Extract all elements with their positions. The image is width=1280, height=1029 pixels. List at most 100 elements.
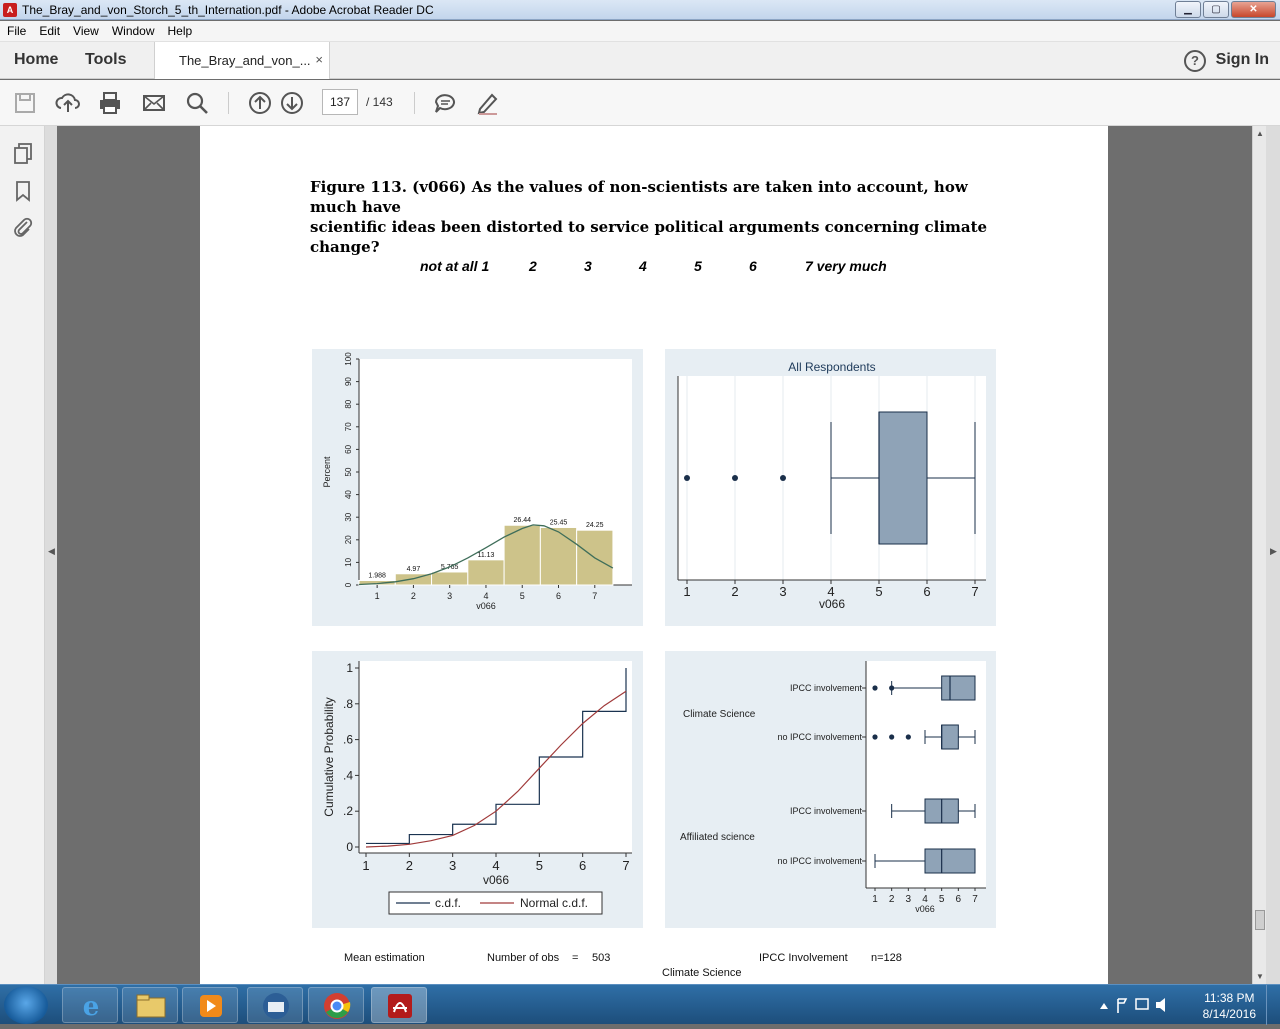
grouped-boxplot-panel: 1 2 3 4 5 6 7 v066 Climate Science IPCC involveme… <box>665 651 996 928</box>
scroll-up-icon[interactable]: ▲ <box>1256 129 1264 138</box>
menu-file[interactable]: File <box>0 21 32 41</box>
row-label: no IPCC involvement <box>777 856 862 866</box>
acrobat-icon[interactable] <box>371 987 427 1023</box>
bar-data-label: 1.988 <box>368 573 386 580</box>
tab-home[interactable]: Home <box>14 51 58 69</box>
x-tick-label: 1 <box>872 894 878 905</box>
print-icon[interactable] <box>97 90 123 116</box>
clock-date: 8/14/2016 <box>1202 1007 1256 1021</box>
boxplot-chart: All Respondents1 2 3 4 5 6 7v066 <box>677 360 986 611</box>
group-label: Climate Science <box>683 709 756 720</box>
explorer-icon[interactable] <box>122 987 178 1023</box>
thunderbird-icon[interactable] <box>247 987 303 1023</box>
figure-title-line2: scientific ideas been distorted to servi… <box>310 218 988 256</box>
scroll-thumb[interactable] <box>1255 910 1265 930</box>
histogram-bar <box>467 559 505 586</box>
right-collapse-strip[interactable]: ▶ <box>1266 126 1280 984</box>
y-tick-label: 30 <box>344 512 353 521</box>
scale-label: 7 very much <box>805 258 887 274</box>
close-button[interactable]: ✕ <box>1231 1 1276 18</box>
page-up-icon[interactable] <box>247 90 273 116</box>
x-axis-label: v066 <box>915 904 935 914</box>
x-tick-label: 5 <box>536 858 543 873</box>
show-desktop-button[interactable] <box>1266 985 1280 1025</box>
minimize-button[interactable]: ▁ <box>1175 1 1201 18</box>
iqr-box <box>941 724 959 750</box>
pdf-page: Figure 113. (v066) As the values of non-… <box>200 126 1108 984</box>
iqr-box <box>941 675 976 701</box>
x-axis-label: v066 <box>476 601 496 611</box>
scale-label: 2 <box>529 258 537 274</box>
title-bar: A The_Bray_and_von_Storch_5_th_Internati… <box>0 0 1280 20</box>
page-down-icon[interactable] <box>279 90 305 116</box>
tray-icons[interactable] <box>1090 985 1190 1025</box>
x-tick-label: 7 <box>592 591 597 601</box>
menu-edit[interactable]: Edit <box>32 21 66 41</box>
tab-close-icon[interactable]: × <box>315 52 323 67</box>
scale-label: 6 <box>749 258 757 274</box>
x-tick-label: 6 <box>923 584 930 599</box>
tab-tools[interactable]: Tools <box>85 51 126 69</box>
outlier-point <box>872 734 878 740</box>
x-tick-label: 7 <box>972 894 978 905</box>
x-tick-label: 1 <box>375 591 380 601</box>
comment-icon[interactable] <box>432 90 458 116</box>
footer-climate: Climate Science <box>662 967 742 979</box>
scale-label: 3 <box>584 258 592 274</box>
mail-icon[interactable] <box>141 90 167 116</box>
menu-help[interactable]: Help <box>161 21 199 41</box>
window-title: The_Bray_and_von_Storch_5_th_Internation… <box>22 3 434 17</box>
left-collapse-strip[interactable]: ◀ <box>45 126 57 984</box>
x-tick-label: 1 <box>683 584 690 599</box>
outlier-point <box>684 475 690 481</box>
x-tick-label: 2 <box>406 858 413 873</box>
tab-document-label: The_Bray_and_von_... <box>179 53 311 68</box>
x-tick-label: 7 <box>971 584 978 599</box>
page-number-input[interactable]: 137 <box>322 89 358 115</box>
upload-icon[interactable] <box>55 90 81 116</box>
sign-in-button[interactable]: Sign In <box>1216 51 1269 69</box>
x-tick-label: 5 <box>939 894 945 905</box>
y-tick-label: 100 <box>344 352 353 366</box>
pages-icon[interactable] <box>12 142 34 164</box>
search-icon[interactable] <box>184 90 210 116</box>
save-icon[interactable] <box>12 90 38 116</box>
scroll-down-icon[interactable]: ▼ <box>1256 972 1264 981</box>
ie-icon[interactable]: e <box>62 987 118 1023</box>
x-tick-label: 5 <box>875 584 882 599</box>
pen-icon[interactable] <box>475 90 501 116</box>
x-tick-label: 6 <box>556 591 561 601</box>
svg-text:e: e <box>83 992 100 1022</box>
media-player-icon[interactable] <box>182 987 238 1023</box>
bar-data-label: 25.45 <box>550 519 568 526</box>
chart-title: All Respondents <box>788 360 875 374</box>
maximize-button[interactable]: ▢ <box>1203 1 1229 18</box>
tab-document[interactable]: The_Bray_and_von_... × <box>154 42 330 79</box>
scale-label: 5 <box>694 258 702 274</box>
system-tray: 11:38 PM 8/14/2016 <box>1090 985 1280 1025</box>
bar-data-label: 24.25 <box>586 522 604 529</box>
bar-data-label: 11.13 <box>477 552 494 559</box>
attachment-icon[interactable] <box>12 216 34 238</box>
footer-nobs: 503 <box>592 952 611 964</box>
footer-mean: Mean estimation <box>344 952 425 964</box>
y-tick-label: ​.4 <box>343 768 353 782</box>
start-button[interactable] <box>4 986 48 1024</box>
x-tick-label: 4 <box>483 591 488 601</box>
vertical-scrollbar[interactable]: ▲ ▼ <box>1252 126 1266 984</box>
menu-view[interactable]: View <box>66 21 105 41</box>
help-icon[interactable]: ? <box>1184 50 1206 72</box>
y-tick-label: 1 <box>346 661 353 675</box>
clock[interactable]: 11:38 PM 8/14/2016 <box>1203 990 1256 1022</box>
outlier-point <box>889 685 895 691</box>
left-nav-panel <box>0 126 45 984</box>
histogram-panel: 0 10 20 30 40 50 60 70 80 90 100 Percent 1.988 1 4.97 2… <box>312 349 643 626</box>
x-tick-label: 2 <box>411 591 416 601</box>
footer-n: n=128 <box>871 952 902 964</box>
x-tick-label: 5 <box>520 591 525 601</box>
menu-window[interactable]: Window <box>105 21 161 41</box>
bookmark-icon[interactable] <box>12 180 34 202</box>
legend-label-normal: Normal c.d.f. <box>520 896 588 910</box>
x-tick-label: 1 <box>362 858 369 873</box>
chrome-icon[interactable] <box>308 987 364 1023</box>
